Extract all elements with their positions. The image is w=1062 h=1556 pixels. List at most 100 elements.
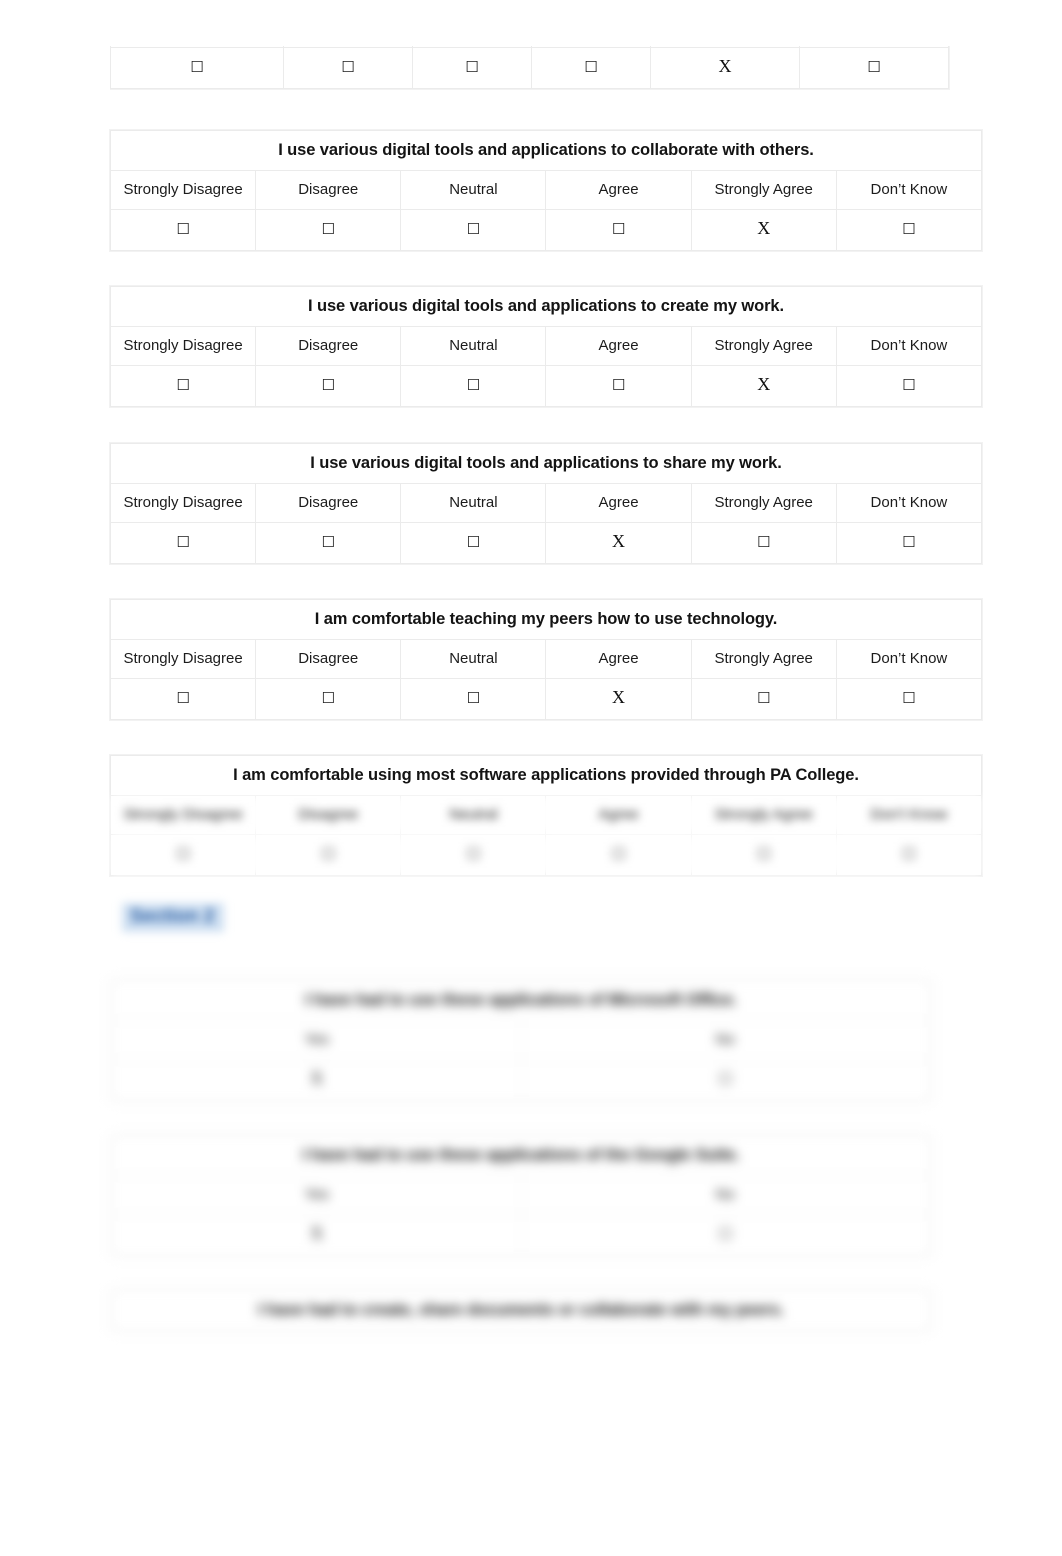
checkbox-icon[interactable]: ☐	[176, 847, 189, 862]
option-label-strongly-agree: Strongly Agree	[690, 170, 837, 210]
checkbox-icon[interactable]: ☐	[465, 60, 478, 75]
answer-cell-agree[interactable]: X	[545, 522, 692, 564]
checkbox-icon[interactable]: ☐	[467, 378, 480, 393]
answer-cell-dont-know[interactable]: ☐	[835, 365, 983, 407]
checkbox-icon[interactable]: ☐	[176, 691, 189, 706]
checkbox-icon[interactable]: ☐	[322, 378, 335, 393]
answer-cell-disagree[interactable]: ☐	[255, 678, 402, 720]
answer-cell-agree[interactable]: ☐	[531, 47, 651, 89]
checkbox-icon[interactable]: ☐	[612, 222, 625, 237]
question-title: I am comfortable teaching my peers how t…	[110, 599, 982, 640]
option-label-strongly-disagree: Strongly Disagree	[109, 326, 257, 366]
checkbox-icon[interactable]: ☐	[176, 222, 189, 237]
checked-mark-icon[interactable]: X	[310, 1069, 323, 1087]
answer-cell-strongly-agree[interactable]: X	[650, 47, 800, 89]
checkbox-icon[interactable]: ☐	[757, 847, 770, 862]
answer-cell-agree[interactable]: ☐	[545, 834, 692, 876]
checkbox-icon[interactable]: ☐	[190, 60, 203, 75]
option-label-disagree: Disagree	[255, 170, 402, 210]
option-label-strongly-agree: Strongly Agree	[690, 639, 837, 679]
question-table-microsoft-office: I have had to use these applications of …	[112, 980, 930, 1101]
answer-cell-strongly-agree[interactable]: ☐	[690, 522, 837, 564]
answer-cell-neutral[interactable]: ☐	[400, 678, 547, 720]
answer-cell-yes[interactable]: X	[112, 1214, 522, 1256]
checked-mark-icon[interactable]: X	[612, 532, 625, 550]
checkbox-icon[interactable]: ☐	[467, 222, 480, 237]
option-label-disagree: Disagree	[255, 795, 402, 835]
table-row-options: Yes No	[112, 1020, 930, 1060]
option-label-dont-know: Don’t Know	[835, 170, 983, 210]
answer-cell-no[interactable]: ☐	[520, 1059, 930, 1101]
answer-cell-strongly-disagree[interactable]: ☐	[109, 365, 257, 407]
checkbox-icon[interactable]: ☐	[612, 378, 625, 393]
answer-cell-neutral[interactable]: ☐	[400, 522, 547, 564]
answer-cell-strongly-disagree[interactable]: ☐	[109, 522, 257, 564]
checkbox-icon[interactable]: ☐	[467, 535, 480, 550]
answer-cell-strongly-disagree[interactable]: ☐	[109, 678, 257, 720]
answer-cell-agree[interactable]: ☐	[545, 209, 692, 251]
checkbox-icon[interactable]: ☐	[176, 535, 189, 550]
checkbox-icon[interactable]: ☐	[719, 1227, 732, 1242]
answer-cell-strongly-disagree[interactable]: ☐	[109, 834, 257, 876]
answer-cell-no[interactable]: ☐	[520, 1214, 930, 1256]
answer-cell-yes[interactable]: X	[112, 1059, 522, 1101]
checked-mark-icon[interactable]: X	[612, 688, 625, 706]
option-label-disagree: Disagree	[255, 326, 402, 366]
answer-cell-disagree[interactable]: ☐	[255, 209, 402, 251]
checked-mark-icon[interactable]: X	[757, 219, 770, 237]
checkbox-icon[interactable]: ☐	[584, 60, 597, 75]
answer-cell-strongly-agree[interactable]: X	[690, 209, 837, 251]
checkbox-icon[interactable]: ☐	[719, 1072, 732, 1087]
checkbox-icon[interactable]: ☐	[467, 847, 480, 862]
checkbox-icon[interactable]: ☐	[902, 535, 915, 550]
answer-cell-disagree[interactable]: ☐	[255, 365, 402, 407]
answer-cell-agree[interactable]: X	[545, 678, 692, 720]
likert-table: Strongly Disagree Disagree Neutral Agree…	[110, 46, 949, 89]
table-row-answers: ☐ ☐ ☐ X ☐ ☐	[109, 678, 983, 720]
answer-cell-disagree[interactable]: ☐	[255, 834, 402, 876]
checkbox-icon[interactable]: ☐	[757, 535, 770, 550]
answer-cell-disagree[interactable]: ☐	[283, 47, 413, 89]
answer-cell-dont-know[interactable]: ☐	[835, 834, 983, 876]
answer-cell-dont-know[interactable]: ☐	[799, 47, 949, 89]
checkbox-icon[interactable]: ☐	[902, 691, 915, 706]
answer-cell-strongly-agree[interactable]: ☐	[690, 834, 837, 876]
option-label-dont-know: Don’t Know	[835, 639, 983, 679]
answer-cell-neutral[interactable]: ☐	[400, 365, 547, 407]
checkbox-icon[interactable]: ☐	[322, 222, 335, 237]
option-label-strongly-agree: Strongly Agree	[690, 326, 837, 366]
table-row-title: I have had to create, share documents or…	[112, 1290, 930, 1331]
checkbox-icon[interactable]: ☐	[341, 60, 354, 75]
checked-mark-icon[interactable]: X	[757, 375, 770, 393]
checkbox-icon[interactable]: ☐	[902, 222, 915, 237]
answer-cell-neutral[interactable]: ☐	[400, 834, 547, 876]
table-row-title: I am comfortable teaching my peers how t…	[110, 599, 982, 640]
checkbox-icon[interactable]: ☐	[902, 847, 915, 862]
checked-mark-icon[interactable]: X	[310, 1224, 323, 1242]
checked-mark-icon[interactable]: X	[719, 57, 732, 75]
answer-cell-agree[interactable]: ☐	[545, 365, 692, 407]
answer-cell-strongly-agree[interactable]: ☐	[690, 678, 837, 720]
checkbox-icon[interactable]: ☐	[176, 378, 189, 393]
checkbox-icon[interactable]: ☐	[322, 691, 335, 706]
table-row-options: Strongly Disagree Disagree Neutral Agree…	[109, 483, 983, 523]
answer-cell-strongly-disagree[interactable]: ☐	[109, 209, 257, 251]
checkbox-icon[interactable]: ☐	[867, 60, 880, 75]
option-label-agree: Agree	[545, 483, 692, 523]
checkbox-icon[interactable]: ☐	[902, 378, 915, 393]
answer-cell-dont-know[interactable]: ☐	[835, 522, 983, 564]
checkbox-icon[interactable]: ☐	[322, 847, 335, 862]
answer-cell-strongly-disagree[interactable]: ☐	[110, 47, 284, 89]
checkbox-icon[interactable]: ☐	[467, 691, 480, 706]
checkbox-icon[interactable]: ☐	[612, 847, 625, 862]
answer-cell-neutral[interactable]: ☐	[412, 47, 532, 89]
checkbox-icon[interactable]: ☐	[322, 535, 335, 550]
answer-cell-dont-know[interactable]: ☐	[835, 209, 983, 251]
answer-cell-dont-know[interactable]: ☐	[835, 678, 983, 720]
answer-cell-disagree[interactable]: ☐	[255, 522, 402, 564]
question-title: I use various digital tools and applicat…	[110, 130, 982, 171]
answer-cell-neutral[interactable]: ☐	[400, 209, 547, 251]
checkbox-icon[interactable]: ☐	[757, 691, 770, 706]
answer-cell-strongly-agree[interactable]: X	[690, 365, 837, 407]
option-label-agree: Agree	[545, 326, 692, 366]
